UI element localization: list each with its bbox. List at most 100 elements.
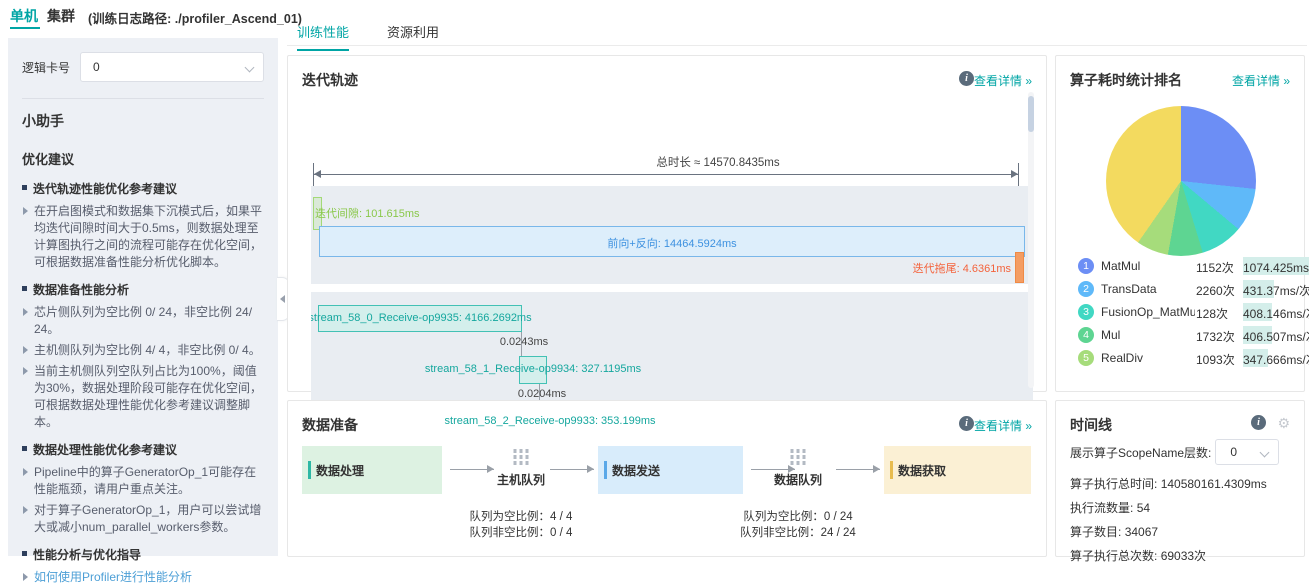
operator-name: FusionOp_MatMul... (1101, 305, 1195, 319)
host-queue-label: 主机队列 (486, 471, 556, 488)
operator-count: 2260次 (1196, 282, 1235, 299)
flow-arrow-icon (550, 469, 594, 470)
tab-training-performance[interactable]: 训练性能 (297, 22, 349, 51)
nav-active-underline (10, 27, 40, 29)
iteration-trajectory-panel: 迭代轨迹 i 查看详情 » 总时长 ≈ 14570.8435ms 迭代间隙: 1… (287, 55, 1047, 392)
suggestion-item: 芯片侧队列为空比例 0/ 24，非空比例 24/ 24。 (22, 304, 264, 338)
suggestion-section-heading: 性能分析与优化指导 (22, 546, 264, 563)
info-icon[interactable]: i (1251, 415, 1266, 430)
operator-row: 3 FusionOp_MatMul... 128次 408.146ms/次 (1070, 303, 1292, 325)
stream-bar-2-label: stream_58_2_Receive-op9933: 353.199ms (445, 415, 656, 427)
operator-avg-time: 406.507ms/次 (1243, 328, 1309, 345)
stream-gap-label: 0.0204ms (518, 388, 566, 400)
box-stripe (604, 461, 607, 479)
timeline-panel-title: 时间线 (1070, 415, 1112, 435)
data-queue-empty-ratio: 队列为空比例：0 / 24 (723, 509, 873, 525)
operator-avg-time: 408.146ms/次 (1243, 305, 1309, 322)
main-tab-bar: 训练性能 资源利用 (287, 22, 1307, 46)
operator-name: Mul (1101, 328, 1195, 342)
total-duration-arrow (313, 174, 1019, 175)
host-queue-nonempty-ratio: 队列非空比例：0 / 4 (446, 525, 596, 541)
operator-panel-title: 算子耗时统计排名 (1070, 70, 1182, 90)
dataprep-panel-title: 数据准备 (302, 415, 358, 435)
operator-count: 128次 (1196, 305, 1228, 322)
scrollbar-thumb[interactable] (1028, 96, 1034, 132)
timeline-stat: 算子数目: 34067 (1070, 523, 1158, 540)
square-bullet-icon (22, 446, 27, 451)
operator-avg-time: 431.37ms/次 (1243, 282, 1309, 299)
logic-card-label: 逻辑卡号 (22, 59, 74, 76)
logic-card-value: 0 (93, 60, 100, 74)
flow-arrow-icon (836, 469, 880, 470)
arrowhead-right-icon (1011, 170, 1018, 178)
operator-name: RealDiv (1101, 351, 1195, 365)
square-bullet-icon (22, 551, 27, 556)
operator-row: 5 RealDiv 1093次 347.666ms/次 (1070, 349, 1292, 371)
timeline-panel: 时间线 i ⚙ 展示算子ScopeName层数: 0 算子执行总时间: 1405… (1055, 400, 1305, 557)
scope-name-row: 展示算子ScopeName层数: 0 (1070, 439, 1279, 465)
iteration-gap-label: 迭代间隙: 101.615ms (315, 205, 420, 221)
stream-bar-1-label: stream_58_1_Receive-op9934: 327.1195ms (425, 363, 641, 375)
scope-name-select[interactable]: 0 (1215, 439, 1279, 465)
iteration-tail-label: 迭代拖尾: 4.6361ms (913, 260, 1011, 276)
data-preparation-panel: 数据准备 i 查看详情 » 数据处理 主机队列 数据发送 数据队列 数据获取 队… (287, 400, 1047, 557)
suggestion-item: 对于算子GeneratorOp_1，用户可以尝试增大或减小num_paralle… (22, 502, 264, 536)
operator-ranking-panel: 算子耗时统计排名 查看详情 » 1 MatMul 1152次 1074.425m… (1055, 55, 1305, 392)
operator-pie-chart (1106, 106, 1256, 256)
data-queue-stats: 队列为空比例：0 / 24 队列非空比例：24 / 24 (723, 509, 873, 541)
flow-box-data-fetch: 数据获取 (884, 446, 1031, 494)
info-icon[interactable]: i (959, 416, 974, 431)
iteration-panel-title: 迭代轨迹 (302, 70, 358, 90)
suggestion-section-heading: 数据准备性能分析 (22, 281, 264, 298)
suggestion-item: 当前主机侧队列空队列占比为100%，阈值为30%，数据处理阶段可能存在优化空间，… (22, 363, 264, 431)
rank-badge: 1 (1078, 258, 1094, 274)
operator-count: 1732次 (1196, 328, 1235, 345)
triangle-bullet-icon (23, 506, 28, 514)
chevron-down-icon (245, 63, 255, 73)
timeline-stat: 算子执行总时间: 140580161.4309ms (1070, 475, 1267, 492)
forward-backward-bar: 前向+反向: 14464.5924ms (319, 226, 1025, 257)
profiler-help-link-row: 如何使用Profiler进行性能分析 (22, 569, 264, 586)
info-icon[interactable]: i (959, 71, 974, 86)
iteration-detail-link[interactable]: 查看详情 » (974, 72, 1032, 89)
arrowhead-left-icon (314, 170, 321, 178)
arrow-tick (1018, 163, 1019, 186)
queue-icon (511, 448, 531, 466)
flow-box-data-processing: 数据处理 (302, 446, 442, 494)
chevron-down-icon (1260, 448, 1270, 458)
gear-icon[interactable]: ⚙ (1277, 416, 1290, 430)
training-log-path: (训练日志路径: ./profiler_Ascend_01) (88, 8, 302, 27)
operator-detail-link[interactable]: 查看详情 » (1232, 72, 1290, 89)
nav-tab-cluster[interactable]: 集群 (47, 6, 75, 26)
logic-card-select[interactable]: 0 (80, 52, 264, 82)
data-queue-node: 数据队列 (763, 448, 833, 488)
rank-badge: 5 (1078, 350, 1094, 366)
suggestions-title: 优化建议 (22, 149, 264, 168)
triangle-bullet-icon (23, 573, 28, 581)
timeline-stat: 执行流数量: 54 (1070, 499, 1150, 516)
triangle-bullet-icon (23, 308, 28, 316)
profiler-help-link[interactable]: 如何使用Profiler进行性能分析 (34, 569, 192, 586)
triangle-bullet-icon (23, 367, 28, 375)
stream-bar-0-label: stream_58_0_Receive-op9935: 4166.2692ms (311, 312, 532, 324)
data-queue-nonempty-ratio: 队列非空比例：24 / 24 (723, 525, 873, 541)
tab-resource-utilization[interactable]: 资源利用 (387, 22, 439, 49)
dataprep-detail-link[interactable]: 查看详情 » (974, 417, 1032, 434)
operator-avg-time: 347.666ms/次 (1243, 351, 1309, 368)
nav-tab-standalone[interactable]: 单机 (10, 6, 38, 26)
box-stripe (890, 461, 893, 479)
iteration-tail-bar (1015, 252, 1024, 283)
operator-count: 1093次 (1196, 351, 1235, 368)
host-queue-node: 主机队列 (486, 448, 556, 488)
flow-box-data-send: 数据发送 (598, 446, 743, 494)
triangle-bullet-icon (23, 207, 28, 215)
rank-badge: 2 (1078, 281, 1094, 297)
rank-badge: 3 (1078, 304, 1094, 320)
suggestion-item: Pipeline中的算子GeneratorOp_1可能存在性能瓶颈，请用户重点关… (22, 464, 264, 498)
suggestion-item: 主机侧队列为空比例 4/ 4，非空比例 0/ 4。 (22, 342, 264, 359)
operator-avg-time: 1074.425ms/次 (1243, 259, 1309, 276)
forward-backward-label: 前向+反向: 14464.5924ms (320, 235, 1024, 251)
collapse-arrow-icon (280, 295, 285, 303)
operator-name: TransData (1101, 282, 1195, 296)
stream-gap-label: 0.0243ms (500, 336, 548, 348)
